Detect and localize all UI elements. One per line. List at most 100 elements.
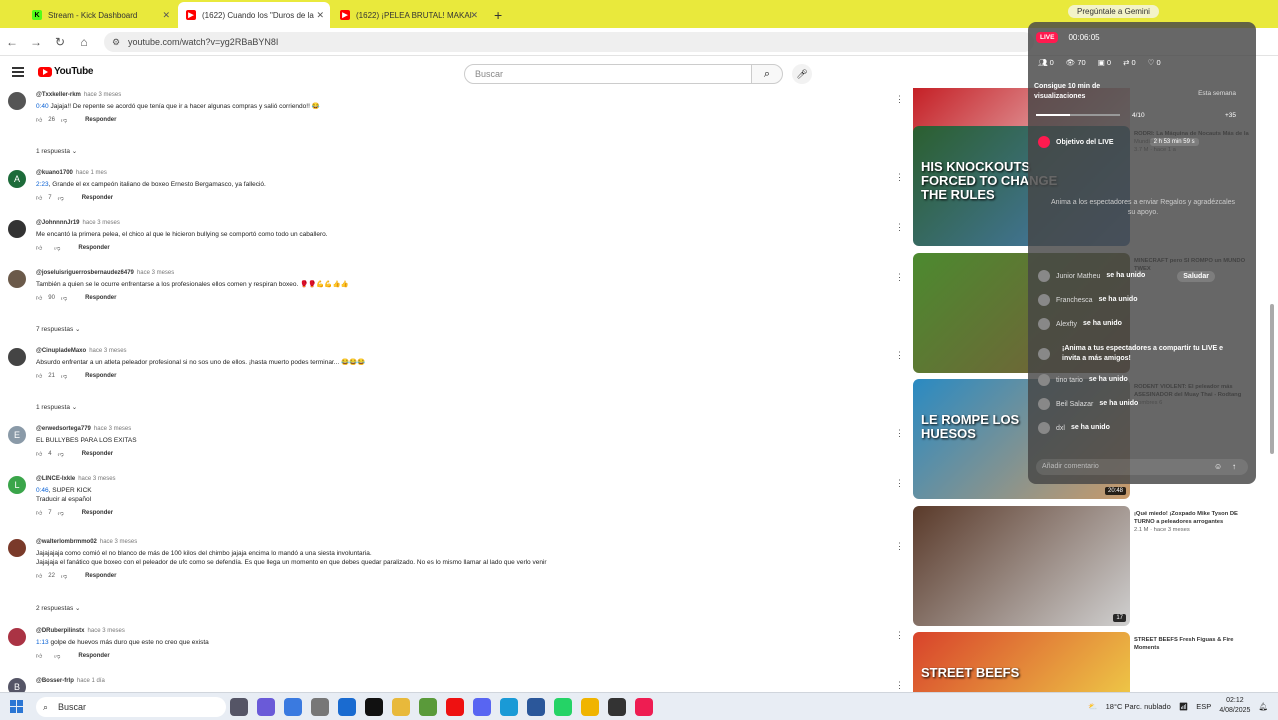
back-arrow-icon[interactable]: ←	[0, 35, 24, 49]
task-view-icon[interactable]	[230, 698, 248, 716]
dislike-icon[interactable]: 👎︎	[58, 509, 64, 517]
timestamp-link[interactable]: 2:23	[36, 181, 49, 188]
comment-author[interactable]: @Bosser-frlp hace 1 día	[36, 678, 876, 684]
forward-arrow-icon[interactable]: →	[24, 35, 48, 49]
timestamp-link[interactable]: 1:13	[36, 639, 49, 646]
dislike-icon[interactable]: 👎︎	[58, 194, 64, 202]
reply-button[interactable]: Responder	[82, 195, 113, 201]
like-icon[interactable]: 👍︎	[36, 450, 42, 458]
taskbar-search[interactable]: ⌕ Buscar	[36, 697, 226, 717]
more-options-icon[interactable]: ⋮	[895, 172, 904, 183]
page-scrollbar[interactable]	[1269, 88, 1275, 692]
author-handle[interactable]: @Txxkeller-rkm	[36, 92, 81, 98]
scrollbar-thumb[interactable]	[1270, 304, 1274, 454]
more-options-icon[interactable]: ⋮	[895, 350, 904, 361]
reply-button[interactable]: Responder	[85, 117, 116, 123]
author-handle[interactable]: @LINCE-lxkle	[36, 476, 75, 482]
more-options-icon[interactable]: ⋮	[895, 272, 904, 283]
greet-button[interactable]: Saludar	[1177, 270, 1215, 282]
view-replies-button[interactable]: 7 respuestas ⌄	[36, 325, 80, 333]
mail-icon[interactable]	[338, 698, 356, 716]
discord-icon[interactable]	[473, 698, 491, 716]
dislike-icon[interactable]: 👎︎	[61, 116, 67, 124]
view-replies-button[interactable]: 2 respuestas ⌄	[36, 604, 80, 612]
more-options-icon[interactable]: ⋮	[895, 630, 904, 641]
youtube-app-icon[interactable]	[446, 698, 464, 716]
reply-button[interactable]: Responder	[82, 451, 113, 457]
close-tab-icon[interactable]: ✕	[162, 10, 170, 21]
reload-icon[interactable]: ↻	[48, 35, 72, 49]
site-info-icon[interactable]: ⚙	[112, 32, 120, 52]
clock[interactable]: 02:12 4/08/2025	[1219, 696, 1250, 716]
dislike-icon[interactable]: 👎︎	[54, 244, 60, 252]
timestamp-link[interactable]: 0:40	[36, 103, 49, 110]
avatar[interactable]	[8, 348, 26, 366]
event-user[interactable]: Beil Salazar	[1056, 401, 1093, 408]
windows-start-icon[interactable]	[10, 700, 24, 714]
like-icon[interactable]: 👍︎	[36, 572, 42, 580]
weather-icon[interactable]: ⛅	[1088, 702, 1097, 711]
tiktok-studio-icon[interactable]	[635, 698, 653, 716]
more-options-icon[interactable]: ⋮	[895, 478, 904, 489]
dislike-icon[interactable]: 👎︎	[61, 294, 67, 302]
avatar[interactable]: B	[8, 678, 26, 692]
author-handle[interactable]: @DRuberpilinstx	[36, 628, 85, 634]
avatar[interactable]	[8, 92, 26, 110]
reply-button[interactable]: Responder	[85, 573, 116, 579]
timestamp-link[interactable]: 0:46	[36, 487, 49, 494]
avatar[interactable]	[8, 539, 26, 557]
comment-author[interactable]: @erwedsortega779 hace 3 meses	[36, 426, 876, 432]
video-title[interactable]: STREET BEEFS Fresh Figuas & Fire Moments	[1134, 636, 1249, 652]
minecraft-icon[interactable]	[419, 698, 437, 716]
avatar[interactable]: L	[8, 476, 26, 494]
search-input[interactable]: Buscar	[464, 64, 752, 84]
dislike-icon[interactable]: 👎︎	[58, 450, 64, 458]
author-handle[interactable]: @JohnnnnJr19	[36, 220, 80, 226]
goal-card[interactable]: Consigue 10 min de visualizaciones Esta …	[1034, 82, 1250, 120]
word-icon[interactable]	[527, 698, 545, 716]
comment-author[interactable]: @CinupladeMaxo hace 3 meses	[36, 348, 876, 354]
chrome-icon[interactable]	[581, 698, 599, 716]
event-user[interactable]: dxl	[1056, 425, 1065, 432]
colorful-app-icon[interactable]	[284, 698, 302, 716]
dislike-icon[interactable]: 👎︎	[61, 572, 67, 580]
event-user[interactable]: tino tario	[1056, 377, 1083, 384]
video-thumbnail[interactable]: 17	[913, 506, 1130, 626]
avatar[interactable]	[8, 220, 26, 238]
author-handle[interactable]: @kuano1700	[36, 170, 73, 176]
objective-row[interactable]: Objetivo del LIVE 2 h 53 min 59 s	[1038, 136, 1199, 148]
comment-author[interactable]: @LINCE-lxkle hace 3 meses	[36, 476, 876, 482]
copilot-icon[interactable]	[257, 698, 275, 716]
more-options-icon[interactable]: ⋮	[895, 680, 904, 691]
more-options-icon[interactable]: ⋮	[895, 428, 904, 439]
reply-button[interactable]: Responder	[82, 510, 113, 516]
new-tab-button[interactable]: +	[486, 2, 510, 28]
video-thumbnail[interactable]: STREET BEEFS	[913, 632, 1130, 692]
language-indicator[interactable]: ESP	[1196, 702, 1211, 711]
avatar[interactable]	[8, 270, 26, 288]
avatar[interactable]: E	[8, 426, 26, 444]
browser-tab-youtube-active[interactable]: ▶ (1622) Cuando los "Duros de la ✕	[178, 2, 330, 28]
author-handle[interactable]: @Bosser-frlp	[36, 678, 74, 684]
obs-icon[interactable]	[608, 698, 626, 716]
like-icon[interactable]: 👍︎	[36, 116, 42, 124]
edge-icon[interactable]	[500, 698, 518, 716]
ask-gemini-button[interactable]: Pregúntale a Gemini	[1068, 5, 1159, 18]
calendar-icon[interactable]	[311, 698, 329, 716]
search-button[interactable]: ⌕	[751, 64, 783, 84]
video-info[interactable]: ¡Qué miedo! ¡Zoxpado Mike Tyson DE TURNO…	[1134, 510, 1249, 534]
comment-author[interactable]: @Txxkeller-rkm hace 3 meses	[36, 92, 876, 98]
more-options-icon[interactable]: ⋮	[895, 222, 904, 233]
like-icon[interactable]: 👍︎	[36, 194, 42, 202]
reply-button[interactable]: Responder	[78, 653, 109, 659]
dislike-icon[interactable]: 👎︎	[54, 652, 60, 660]
comment-author[interactable]: @JohnnnnJr19 hace 3 meses	[36, 220, 876, 226]
voice-search-button[interactable]: 🎤︎	[792, 64, 812, 84]
reply-button[interactable]: Responder	[85, 295, 116, 301]
comment-author[interactable]: @kuano1700 hace 1 mes	[36, 170, 876, 176]
comment-author[interactable]: @DRuberpilinstx hace 3 meses	[36, 628, 876, 634]
author-handle[interactable]: @erwedsortega779	[36, 426, 91, 432]
close-tab-icon[interactable]: ✕	[470, 10, 478, 21]
reply-button[interactable]: Responder	[85, 373, 116, 379]
browser-tab-youtube[interactable]: ▶ (1622) ¡PELEA BRUTAL! MAKAI ✕	[332, 2, 484, 28]
